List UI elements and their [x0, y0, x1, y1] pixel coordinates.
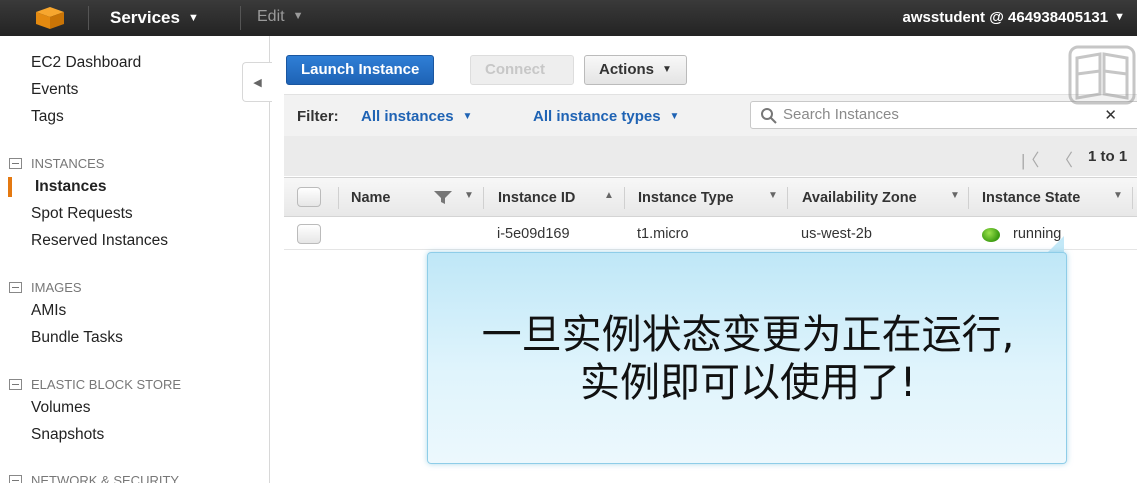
- table-header: Name ▼ Instance ID ▲ Instance Type ▼ Ava…: [284, 177, 1137, 217]
- chevron-down-icon[interactable]: ▼: [768, 190, 778, 201]
- column-divider: [968, 187, 969, 209]
- collapse-section-icon: [9, 158, 22, 169]
- services-label: Services: [110, 8, 180, 27]
- sidebar-item-events[interactable]: Events: [31, 81, 78, 99]
- pagination-bar: |〈 〈 1 to 1: [284, 136, 1137, 176]
- chevron-down-icon: ▼: [669, 111, 680, 122]
- filter-icon[interactable]: [433, 190, 453, 206]
- sort-asc-icon[interactable]: ▲: [604, 190, 614, 201]
- filter-bar: Filter: All instances ▼ All instance type…: [284, 94, 1137, 136]
- nav-divider: [88, 6, 89, 30]
- chevron-down-icon[interactable]: ▼: [1113, 190, 1123, 201]
- row-checkbox[interactable]: [297, 224, 321, 244]
- subtitle-text: 一旦实例状态变更为正在运行, 实例即可以使用了!: [428, 311, 1068, 407]
- chevron-down-icon: ▼: [1114, 11, 1125, 23]
- actions-button[interactable]: Actions ▼: [584, 55, 687, 85]
- sidebar-item-snapshots[interactable]: Snapshots: [31, 426, 104, 444]
- column-header-availability-zone[interactable]: Availability Zone: [802, 190, 917, 206]
- running-status-icon: [982, 228, 1000, 242]
- sidebar-section-instances[interactable]: INSTANCES: [9, 156, 104, 171]
- account-menu[interactable]: awsstudent @ 464938405131 ▼: [903, 9, 1125, 26]
- column-header-instance-state[interactable]: Instance State: [982, 190, 1080, 206]
- select-all-checkbox[interactable]: [297, 187, 321, 207]
- column-divider: [787, 187, 788, 209]
- sidebar-item-reserved-instances[interactable]: Reserved Instances: [31, 232, 168, 250]
- section-heading: IMAGES: [31, 280, 82, 295]
- sidebar-item-spot-requests[interactable]: Spot Requests: [31, 205, 133, 223]
- collapse-sidebar-button[interactable]: ◀: [242, 62, 272, 102]
- subtitle-line-1: 一旦实例状态变更为正在运行,: [481, 312, 1015, 358]
- section-heading: ELASTIC BLOCK STORE: [31, 377, 182, 392]
- collapse-section-icon: [9, 475, 22, 483]
- pagination-range: 1 to 1: [1088, 148, 1128, 165]
- column-divider: [1132, 187, 1133, 209]
- instances-filter-label: All instances: [361, 108, 454, 125]
- top-nav-bar: Services ▼ Edit ▼ awsstudent @ 46493840513…: [0, 0, 1137, 36]
- chevron-down-icon: ▼: [462, 111, 473, 122]
- cell-instance-type: t1.micro: [637, 226, 689, 242]
- sidebar-item-instances[interactable]: Instances: [35, 178, 107, 196]
- subtitle-callout: 一旦实例状态变更为正在运行, 实例即可以使用了!: [427, 252, 1067, 464]
- edit-menu[interactable]: Edit ▼: [257, 8, 303, 26]
- account-label: awsstudent @ 464938405131: [902, 9, 1109, 26]
- column-divider: [338, 187, 339, 209]
- column-header-instance-type[interactable]: Instance Type: [638, 190, 734, 206]
- chevron-down-icon[interactable]: ▼: [464, 190, 474, 201]
- nav-divider: [240, 6, 241, 30]
- column-header-name[interactable]: Name: [351, 190, 391, 206]
- section-heading: INSTANCES: [31, 156, 105, 171]
- search-icon: [761, 108, 777, 124]
- table-row[interactable]: i-5e09d169 t1.micro us-west-2b running: [284, 218, 1137, 250]
- services-menu[interactable]: Services ▼: [110, 8, 199, 28]
- sidebar: EC2 Dashboard Events Tags INSTANCES Inst…: [0, 36, 270, 483]
- first-page-icon[interactable]: |〈: [1021, 146, 1040, 171]
- search-input[interactable]: [783, 106, 1113, 123]
- prev-page-icon[interactable]: 〈: [1056, 146, 1073, 171]
- sidebar-item-bundle-tasks[interactable]: Bundle Tasks: [31, 329, 123, 347]
- collapse-section-icon: [9, 282, 22, 293]
- sidebar-section-images[interactable]: IMAGES: [9, 280, 82, 295]
- sidebar-item-amis[interactable]: AMIs: [31, 302, 66, 320]
- collapse-section-icon: [9, 379, 22, 390]
- section-heading: NETWORK & SECURITY: [31, 473, 180, 483]
- book-logo-icon: [1068, 45, 1136, 105]
- chevron-down-icon: ▼: [187, 12, 199, 24]
- active-indicator: [8, 177, 12, 197]
- filter-label: Filter:: [297, 108, 339, 125]
- chevron-down-icon: ▼: [662, 64, 672, 75]
- cell-availability-zone: us-west-2b: [801, 226, 872, 242]
- connect-button[interactable]: Connect: [470, 55, 574, 85]
- chevron-down-icon: ▼: [292, 10, 304, 22]
- column-header-instance-id[interactable]: Instance ID: [498, 190, 575, 206]
- column-divider: [624, 187, 625, 209]
- types-filter-label: All instance types: [533, 108, 661, 125]
- aws-cube-logo-icon[interactable]: [34, 6, 66, 30]
- toolbar: Launch Instance Connect Actions ▼: [284, 36, 1137, 94]
- chevron-down-icon[interactable]: ▼: [950, 190, 960, 201]
- launch-instance-button[interactable]: Launch Instance: [286, 55, 435, 85]
- sidebar-section-ebs[interactable]: ELASTIC BLOCK STORE: [9, 377, 181, 392]
- close-icon[interactable]: ✕: [1104, 106, 1117, 124]
- actions-label: Actions: [599, 61, 655, 78]
- column-divider: [483, 187, 484, 209]
- sidebar-item-ec2-dashboard[interactable]: EC2 Dashboard: [31, 54, 141, 72]
- sidebar-item-tags[interactable]: Tags: [31, 108, 64, 126]
- instances-filter-dropdown[interactable]: All instances ▼: [361, 108, 472, 125]
- instance-types-filter-dropdown[interactable]: All instance types ▼: [533, 108, 679, 125]
- edit-label: Edit: [257, 8, 285, 25]
- sidebar-section-network-security[interactable]: NETWORK & SECURITY: [9, 473, 179, 483]
- subtitle-line-2: 实例即可以使用了!: [579, 360, 917, 406]
- sidebar-item-volumes[interactable]: Volumes: [31, 399, 90, 417]
- cell-instance-id: i-5e09d169: [497, 226, 570, 242]
- collapse-arrow-icon: ◀: [253, 77, 262, 89]
